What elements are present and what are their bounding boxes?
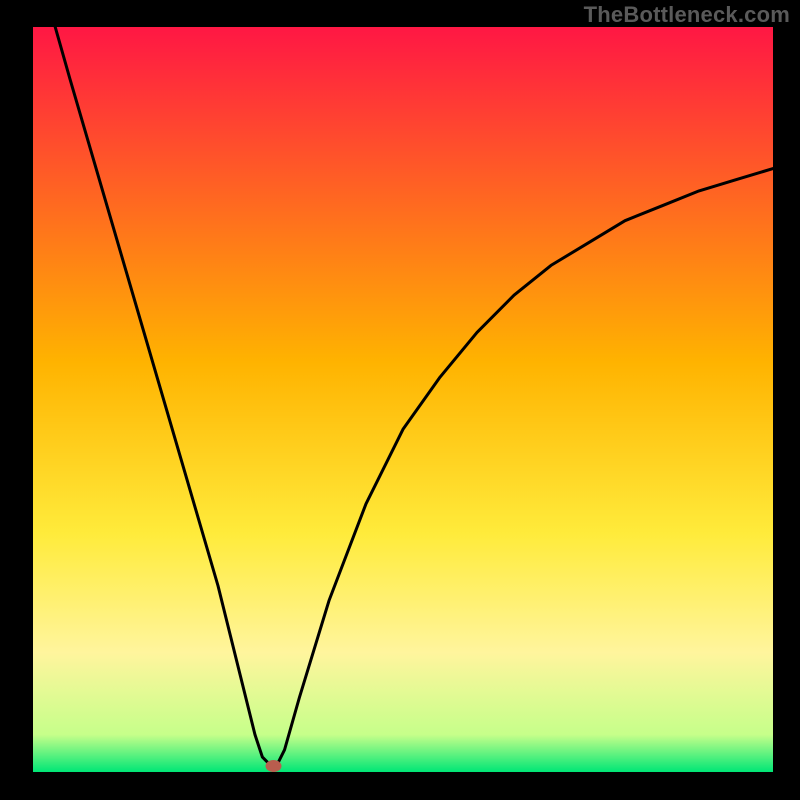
- gradient-background: [33, 27, 773, 772]
- chart-frame: TheBottleneck.com: [0, 0, 800, 800]
- plot-area: [33, 27, 773, 772]
- optimal-point-marker: [266, 760, 282, 772]
- watermark-text: TheBottleneck.com: [584, 2, 790, 28]
